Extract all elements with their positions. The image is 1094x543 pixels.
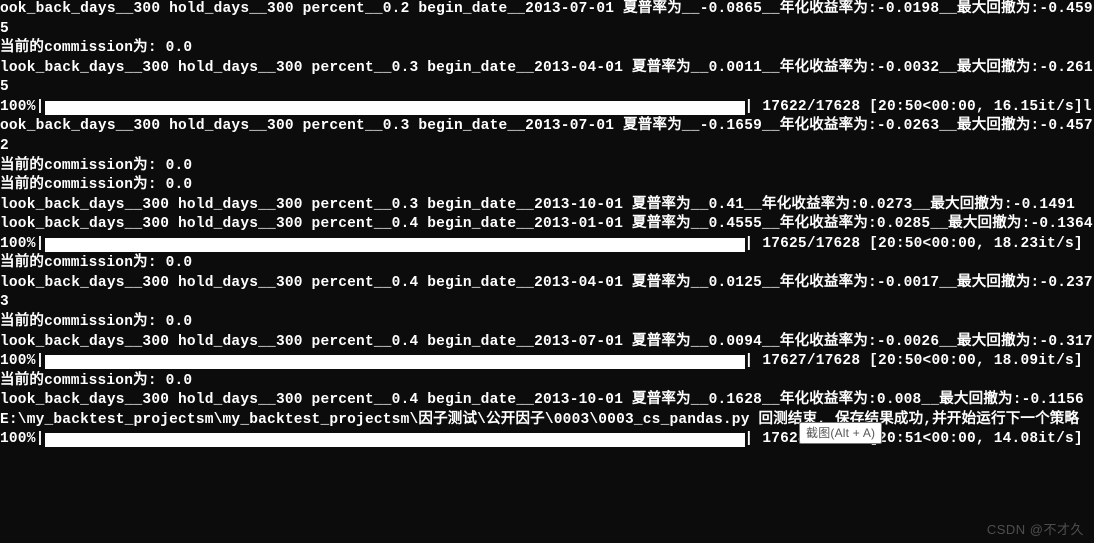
progress-line: 100%| | 17622/17628 [20:50<00:00, 16.15i…	[0, 98, 1094, 118]
progress-stats: | 17628/17628 [20:51<00:00, 14.08it/s]	[745, 430, 1083, 450]
progress-stats: | 17622/17628 [20:50<00:00, 16.15it/s]l	[745, 98, 1092, 118]
progress-line: 100%| | 17628/17628 [20:51<00:00, 14.08i…	[0, 430, 1094, 450]
output-line: ook_back_days__300 hold_days__300 percen…	[0, 117, 1094, 156]
progress-stats: | 17625/17628 [20:50<00:00, 18.23it/s]	[745, 235, 1083, 255]
output-line: E:\my_backtest_projectsm\my_backtest_pro…	[0, 411, 1094, 431]
screenshot-tooltip: 截图(Alt + A)	[799, 422, 882, 444]
output-line: look_back_days__300 hold_days__300 perce…	[0, 391, 1094, 411]
output-line: 当前的commission为: 0.0	[0, 176, 1094, 196]
output-line: look_back_days__300 hold_days__300 perce…	[0, 59, 1094, 98]
output-line: ook_back_days__300 hold_days__300 percen…	[0, 0, 1094, 39]
progress-line: 100%| | 17625/17628 [20:50<00:00, 18.23i…	[0, 235, 1094, 255]
progress-percent: 100%|	[0, 352, 45, 372]
output-line: 当前的commission为: 0.0	[0, 254, 1094, 274]
progress-fill	[45, 101, 745, 115]
output-line: look_back_days__300 hold_days__300 perce…	[0, 215, 1094, 235]
output-line: 当前的commission为: 0.0	[0, 39, 1094, 59]
output-line: look_back_days__300 hold_days__300 perce…	[0, 333, 1094, 353]
progress-line: 100%| | 17627/17628 [20:50<00:00, 18.09i…	[0, 352, 1094, 372]
output-line: look_back_days__300 hold_days__300 perce…	[0, 274, 1094, 313]
output-line: look_back_days__300 hold_days__300 perce…	[0, 196, 1094, 216]
output-line: 当前的commission为: 0.0	[0, 157, 1094, 177]
progress-percent: 100%|	[0, 235, 45, 255]
progress-fill	[45, 238, 745, 252]
progress-fill	[45, 433, 745, 447]
progress-percent: 100%|	[0, 430, 45, 450]
progress-stats: | 17627/17628 [20:50<00:00, 18.09it/s]	[745, 352, 1083, 372]
csdn-watermark: CSDN @不才久	[987, 521, 1084, 539]
terminal-output[interactable]: ook_back_days__300 hold_days__300 percen…	[0, 0, 1094, 543]
output-line: 当前的commission为: 0.0	[0, 313, 1094, 333]
output-line: 当前的commission为: 0.0	[0, 372, 1094, 392]
progress-fill	[45, 355, 745, 369]
progress-percent: 100%|	[0, 98, 45, 118]
